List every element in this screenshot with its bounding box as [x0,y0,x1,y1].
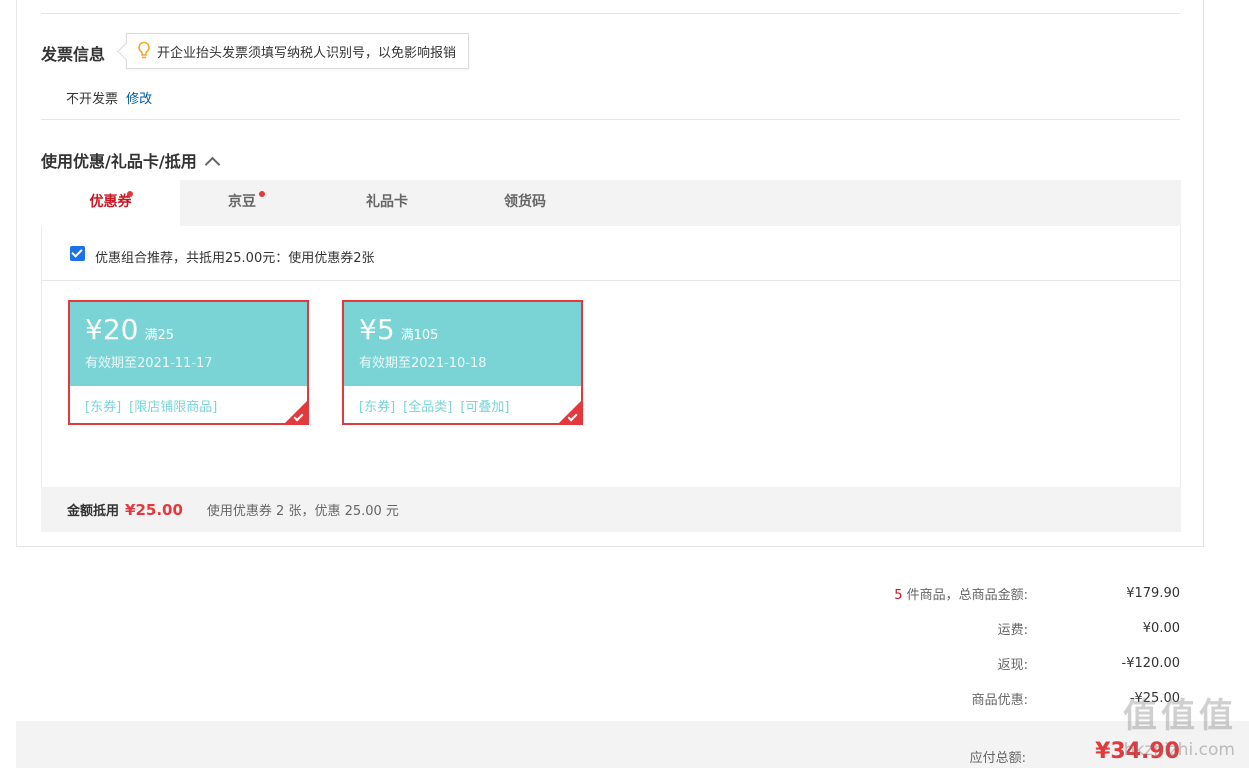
tab-label: 领货码 [504,194,546,210]
tab-label: 礼品卡 [366,194,408,210]
invoice-title: 发票信息 [41,45,106,64]
combo-checkbox[interactable] [70,246,85,261]
combo-text: 优惠组合推荐，共抵用25.00元：使用优惠券2张 [95,251,375,266]
coupon-tag: [东券] [85,400,122,415]
tab-jingdou[interactable]: 京豆 [180,180,304,226]
divider [42,280,1180,281]
summary-label: 金额抵用 [67,504,120,519]
invoice-status: 不开发票 [66,92,119,107]
invoice-status-row: 不开发票 修改 [66,88,152,107]
discount-tabs: 优惠券 京豆 礼品卡 领货码 [41,180,1181,226]
total-row-cashback: 返现: -¥120.00 [780,646,1180,681]
invoice-tip: 开企业抬头发票须填写纳税人识别号，以免影响报销 [126,33,470,69]
invoice-edit-link[interactable]: 修改 [126,92,152,107]
combo-recommend[interactable]: 优惠组合推荐，共抵用25.00元：使用优惠券2张 [70,246,375,266]
discount-title-row[interactable]: 使用优惠/礼品卡/抵用 [41,148,220,173]
payable-bar: 应付总额: ¥34.90 [16,721,1249,768]
order-totals: 5 件商品，总商品金额: ¥179.90 运费: ¥0.00 返现: -¥120… [780,576,1180,716]
coupon-tag: [东券] [359,400,396,415]
tab-pickup-code[interactable]: 领货码 [456,180,594,226]
discount-summary: 金额抵用 ¥25.00 使用优惠券 2 张，优惠 25.00 元 [41,487,1181,532]
divider [41,13,1180,14]
cashback-label: 返现: [997,658,1028,673]
promo-value: -¥25.00 [1129,691,1180,706]
payable-value: ¥34.90 [1095,739,1180,764]
discount-title: 使用优惠/礼品卡/抵用 [41,152,197,171]
coupon-card[interactable]: ¥5 满105 有效期至2021-10-18 [东券] [全品类] [可叠加] [342,300,583,425]
cashback-value: -¥120.00 [1121,656,1180,671]
goods-value: ¥179.90 [1126,586,1180,601]
coupon-amount: ¥5 [359,313,395,346]
coupon-card[interactable]: ¥20 满25 有效期至2021-11-17 [东券] [限店铺限商品] [68,300,309,425]
total-row-shipping: 运费: ¥0.00 [780,611,1180,646]
coupon-tag: [可叠加] [460,400,510,415]
total-row-goods: 5 件商品，总商品金额: ¥179.90 [780,576,1180,611]
shipping-value: ¥0.00 [1142,621,1180,636]
notification-dot [127,191,133,197]
promo-label: 商品优惠: [971,693,1028,708]
shipping-label: 运费: [997,623,1028,638]
coupon-amount: ¥20 [85,313,139,346]
coupon-expiry: 有效期至2021-10-18 [359,356,487,371]
tab-label: 优惠券 [89,194,132,210]
coupon-condition: 满25 [144,328,174,343]
tab-label: 京豆 [228,194,256,210]
total-row-promo: 商品优惠: -¥25.00 [780,681,1180,716]
tab-coupons[interactable]: 优惠券 [41,180,180,226]
summary-amount: ¥25.00 [125,500,183,519]
coupon-tag: [限店铺限商品] [129,400,218,415]
coupon-tag: [全品类] [403,400,453,415]
tab-gift-card[interactable]: 礼品卡 [318,180,456,226]
goods-label: 件商品，总商品金额: [902,588,1028,603]
chevron-up-icon[interactable] [204,156,220,173]
payable-label: 应付总额: [969,751,1026,766]
divider [41,119,1180,120]
notification-dot [259,191,265,197]
invoice-tip-text: 开企业抬头发票须填写纳税人识别号，以免影响报销 [157,45,457,61]
coupon-expiry: 有效期至2021-11-17 [85,356,213,371]
coupon-condition: 满105 [400,328,439,343]
summary-desc: 使用优惠券 2 张，优惠 25.00 元 [206,504,399,519]
lightbulb-icon [138,41,150,59]
